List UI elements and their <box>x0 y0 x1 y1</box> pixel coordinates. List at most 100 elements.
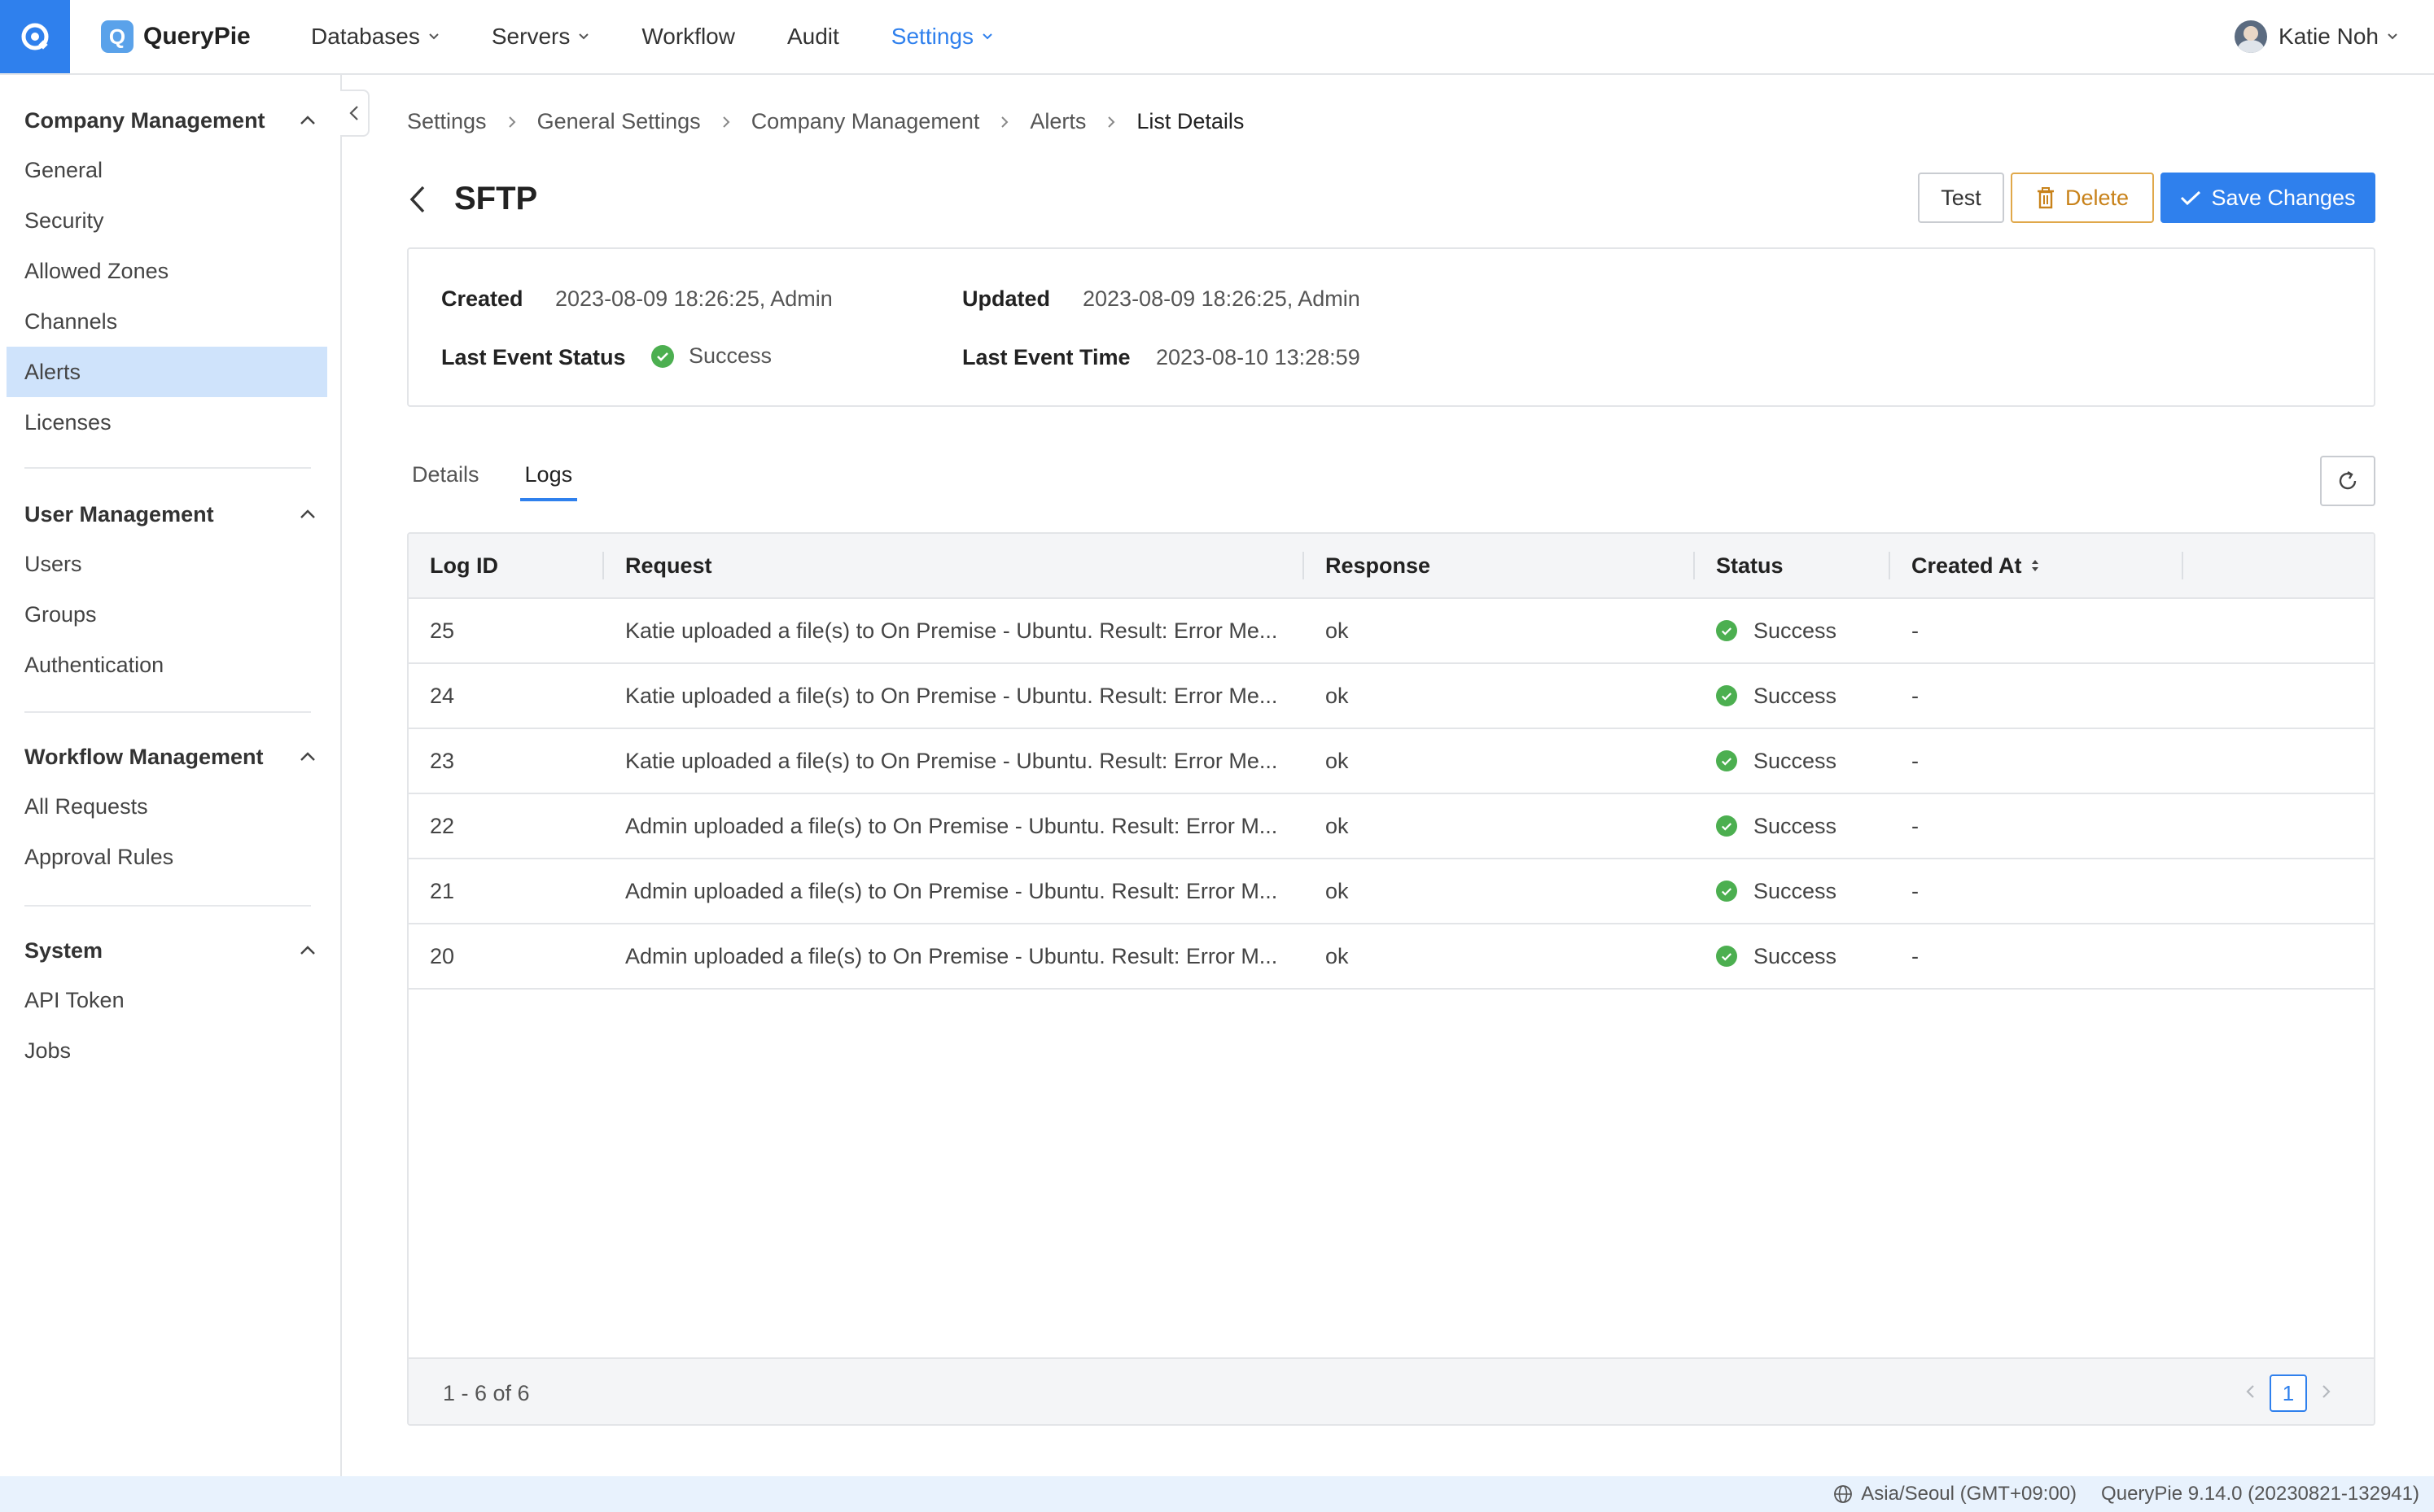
breadcrumb-item[interactable]: Alerts <box>1030 109 1086 134</box>
sidebar-group-title: Workflow Management <box>24 744 264 769</box>
next-page-button[interactable] <box>2322 1383 2331 1404</box>
cell-status: Success <box>1716 599 1836 662</box>
sidebar-group-header[interactable]: Workflow Management <box>0 732 340 781</box>
table-row[interactable]: 23 Katie uploaded a file(s) to On Premis… <box>409 729 2374 794</box>
chevron-down-icon <box>429 33 439 40</box>
table-row[interactable]: 20 Admin uploaded a file(s) to On Premis… <box>409 924 2374 990</box>
app-switcher-button[interactable] <box>0 0 70 73</box>
nav-servers[interactable]: Servers <box>492 24 589 50</box>
cell-request: Admin uploaded a file(s) to On Premise -… <box>625 943 1278 968</box>
col-created-at-label: Created At <box>1911 553 2022 578</box>
chevron-left-icon <box>409 186 425 213</box>
nav-settings[interactable]: Settings <box>891 24 993 50</box>
cell-response: ok <box>1325 683 1349 708</box>
delete-button[interactable]: Delete <box>2011 173 2154 223</box>
nav-audit[interactable]: Audit <box>787 24 839 50</box>
sidebar-group-system: System API Token Jobs <box>0 926 340 1076</box>
cell-log-id: 21 <box>430 878 455 903</box>
prev-page-button[interactable] <box>2245 1383 2255 1404</box>
tab-details[interactable]: Details <box>407 457 484 501</box>
sidebar-group-title: Company Management <box>24 107 265 133</box>
refresh-button[interactable] <box>2320 456 2375 506</box>
col-response: Response <box>1325 553 1431 578</box>
cell-response: ok <box>1325 813 1349 838</box>
globe-icon <box>1834 1485 1853 1503</box>
sidebar-group-workflow: Workflow Management All Requests Approva… <box>0 732 340 882</box>
column-divider[interactable] <box>1889 552 1890 579</box>
sidebar-item-channels[interactable]: Channels <box>0 296 340 347</box>
col-log-id: Log ID <box>430 553 498 578</box>
cell-status: Success <box>1716 729 1836 793</box>
cell-status-text: Success <box>1753 878 1837 903</box>
column-divider[interactable] <box>1302 552 1304 579</box>
breadcrumb: Settings General Settings Company Manage… <box>407 109 1244 134</box>
table-row[interactable]: 24 Katie uploaded a file(s) to On Premis… <box>409 664 2374 729</box>
column-divider[interactable] <box>2182 552 2183 579</box>
user-menu[interactable]: Katie Noh <box>2235 0 2398 73</box>
sidebar-item-approval-rules[interactable]: Approval Rules <box>0 832 340 882</box>
success-icon <box>1716 620 1737 641</box>
page-number-button[interactable]: 1 <box>2270 1374 2307 1412</box>
table-row[interactable]: 21 Admin uploaded a file(s) to On Premis… <box>409 859 2374 924</box>
nav-label: Workflow <box>641 24 735 49</box>
updated-value: 2023-08-09 18:26:25, Admin <box>1083 286 1360 311</box>
pagination: 1 <box>2245 1359 2331 1424</box>
sidebar-collapse-button[interactable] <box>340 90 370 137</box>
breadcrumb-item[interactable]: General Settings <box>537 109 701 134</box>
test-button[interactable]: Test <box>1918 173 2004 223</box>
cell-response: ok <box>1325 943 1349 968</box>
chevron-down-icon <box>983 33 992 40</box>
sidebar-group-header[interactable]: Company Management <box>0 96 340 145</box>
chevron-right-icon <box>1107 116 1115 129</box>
chevron-up-icon <box>300 946 315 955</box>
back-button[interactable] <box>407 184 427 219</box>
sidebar-item-jobs[interactable]: Jobs <box>0 1025 340 1076</box>
sidebar-group-user: User Management Users Groups Authenticat… <box>0 490 340 690</box>
nav-workflow[interactable]: Workflow <box>641 24 735 50</box>
cell-created-at: - <box>1911 813 1919 838</box>
tab-logs[interactable]: Logs <box>519 457 578 501</box>
sidebar-item-alerts[interactable]: Alerts <box>7 347 327 397</box>
table-row[interactable]: 25 Katie uploaded a file(s) to On Premis… <box>409 599 2374 664</box>
last-event-status: Success <box>651 343 772 369</box>
cell-status-text: Success <box>1753 813 1837 838</box>
sidebar-item-authentication[interactable]: Authentication <box>0 640 340 690</box>
brand-logo[interactable]: Q QueryPie <box>101 18 251 55</box>
save-changes-button[interactable]: Save Changes <box>2160 173 2375 223</box>
table-row[interactable]: 22 Admin uploaded a file(s) to On Premis… <box>409 794 2374 859</box>
sidebar-item-licenses[interactable]: Licenses <box>0 397 340 448</box>
column-divider[interactable] <box>1693 552 1695 579</box>
nav-databases[interactable]: Databases <box>311 24 440 50</box>
nav-label: Servers <box>491 24 571 49</box>
cell-log-id: 20 <box>430 943 455 968</box>
sidebar-item-security[interactable]: Security <box>0 195 340 246</box>
updated-label: Updated <box>962 286 1050 311</box>
timezone-indicator[interactable]: Asia/Seoul (GMT+09:00) <box>1833 1483 2077 1505</box>
breadcrumb-item[interactable]: Company Management <box>751 109 980 134</box>
sidebar-item-all-requests[interactable]: All Requests <box>0 781 340 832</box>
cell-log-id: 24 <box>430 683 455 708</box>
chevron-right-icon <box>2322 1384 2331 1398</box>
col-created-at[interactable]: Created At <box>1911 534 2040 597</box>
sidebar-group-header[interactable]: User Management <box>0 490 340 539</box>
sidebar-item-api-token[interactable]: API Token <box>0 975 340 1025</box>
sidebar-group-header[interactable]: System <box>0 926 340 975</box>
cell-log-id: 25 <box>430 618 455 643</box>
brand-mark: Q <box>101 20 134 53</box>
sidebar-divider <box>24 905 311 907</box>
last-event-status-value: Success <box>689 343 773 368</box>
brand-name: QueryPie <box>143 23 251 50</box>
cell-created-at: - <box>1911 618 1919 643</box>
last-event-time-value: 2023-08-10 13:28:59 <box>1156 345 1360 369</box>
cell-request: Admin uploaded a file(s) to On Premise -… <box>625 878 1278 903</box>
cell-response: ok <box>1325 618 1349 643</box>
cell-status: Success <box>1716 924 1836 988</box>
breadcrumb-item[interactable]: Settings <box>407 109 487 134</box>
cell-status-text: Success <box>1753 748 1837 773</box>
sidebar-item-allowed-zones[interactable]: Allowed Zones <box>0 246 340 296</box>
sidebar-item-groups[interactable]: Groups <box>0 589 340 640</box>
sidebar-item-users[interactable]: Users <box>0 539 340 589</box>
column-divider[interactable] <box>602 552 604 579</box>
sidebar-item-general[interactable]: General <box>0 145 340 195</box>
logs-table: Log ID Request Response Status Created A… <box>407 532 2375 1426</box>
